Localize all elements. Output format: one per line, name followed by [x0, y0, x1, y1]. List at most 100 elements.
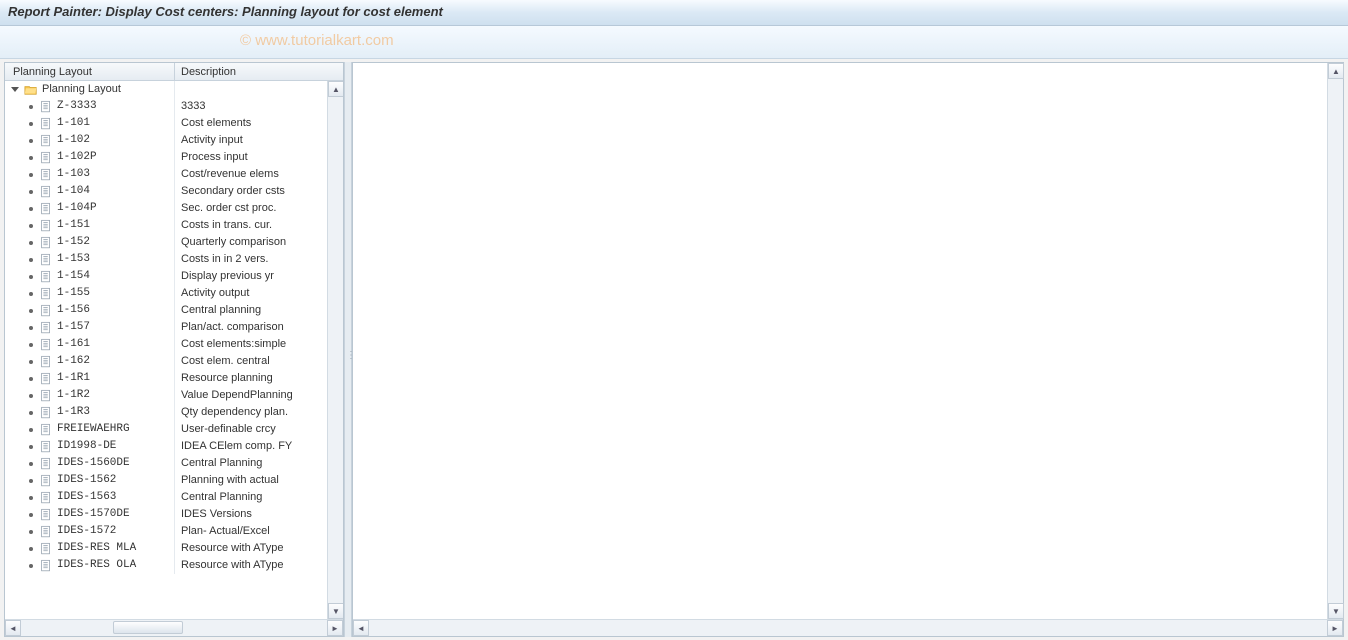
- scroll-track[interactable]: [1328, 79, 1343, 603]
- bullet-icon: [29, 139, 33, 143]
- document-icon: [39, 321, 53, 335]
- tree-item[interactable]: 1-151Costs in trans. cur.: [5, 217, 343, 234]
- tree-item[interactable]: 1-152Quarterly comparison: [5, 234, 343, 251]
- bullet-icon: [29, 122, 33, 126]
- scroll-down-arrow-icon[interactable]: ▼: [1328, 603, 1344, 619]
- bullet-icon: [29, 428, 33, 432]
- tree-item-description: Activity input: [175, 132, 343, 149]
- tree-item-name: IDES-RES OLA: [57, 557, 136, 574]
- tree-item[interactable]: IDES-1572Plan- Actual/Excel: [5, 523, 343, 540]
- tree-root-row[interactable]: Planning Layout: [5, 81, 343, 98]
- tree-horizontal-scrollbar[interactable]: ◄ ►: [5, 619, 343, 636]
- tree-item-name: 1-1R2: [57, 387, 90, 404]
- tree-panel: Planning Layout Description Planning Lay…: [4, 62, 344, 637]
- scroll-track[interactable]: [369, 620, 1327, 636]
- watermark-text: © www.tutorialkart.com: [240, 32, 394, 49]
- bullet-icon: [29, 173, 33, 177]
- tree-item[interactable]: 1-1R1Resource planning: [5, 370, 343, 387]
- tree-item-description: Quarterly comparison: [175, 234, 343, 251]
- bullet-icon: [29, 190, 33, 194]
- tree-item[interactable]: IDES-1570DEIDES Versions: [5, 506, 343, 523]
- vertical-splitter[interactable]: [344, 62, 352, 637]
- tree-item-description: 3333: [175, 98, 343, 115]
- bullet-icon: [29, 275, 33, 279]
- tree-item[interactable]: 1-154Display previous yr: [5, 268, 343, 285]
- scroll-left-arrow-icon[interactable]: ◄: [353, 620, 369, 636]
- scroll-right-arrow-icon[interactable]: ►: [1327, 620, 1343, 636]
- tree-item[interactable]: 1-1R2Value DependPlanning: [5, 387, 343, 404]
- content-panel: ▲ ▼ ◄ ►: [352, 62, 1344, 637]
- tree-item-description: Central Planning: [175, 455, 343, 472]
- bullet-icon: [29, 394, 33, 398]
- tree-header-col-description[interactable]: Description: [175, 63, 343, 80]
- tree-item[interactable]: IDES-1560DECentral Planning: [5, 455, 343, 472]
- chevron-down-icon[interactable]: [11, 87, 19, 92]
- tree-item-description: Costs in in 2 vers.: [175, 251, 343, 268]
- tree-item-description: Qty dependency plan.: [175, 404, 343, 421]
- scroll-up-arrow-icon[interactable]: ▲: [1328, 63, 1344, 79]
- tree-item[interactable]: 1-156Central planning: [5, 302, 343, 319]
- main-area: Planning Layout Description Planning Lay…: [0, 59, 1348, 640]
- document-icon: [39, 219, 53, 233]
- bullet-icon: [29, 377, 33, 381]
- tree-item[interactable]: 1-102Activity input: [5, 132, 343, 149]
- tree-item-description: Cost elem. central: [175, 353, 343, 370]
- tree-item[interactable]: IDES-RES OLAResource with AType: [5, 557, 343, 574]
- document-icon: [39, 423, 53, 437]
- tree-item[interactable]: Z-33333333: [5, 98, 343, 115]
- tree-item-name: 1-104: [57, 183, 90, 200]
- document-icon: [39, 525, 53, 539]
- document-icon: [39, 389, 53, 403]
- tree-header: Planning Layout Description: [5, 63, 343, 81]
- bullet-icon: [29, 411, 33, 415]
- document-icon: [39, 168, 53, 182]
- content-vertical-scrollbar[interactable]: ▲ ▼: [1327, 63, 1343, 619]
- tree-item[interactable]: IDES-1563Central Planning: [5, 489, 343, 506]
- tree-item[interactable]: 1-103Cost/revenue elems: [5, 166, 343, 183]
- tree-item[interactable]: 1-161Cost elements:simple: [5, 336, 343, 353]
- scroll-down-arrow-icon[interactable]: ▼: [328, 603, 343, 619]
- document-icon: [39, 542, 53, 556]
- bullet-icon: [29, 564, 33, 568]
- scroll-right-arrow-icon[interactable]: ►: [327, 620, 343, 636]
- tree-item[interactable]: IDES-RES MLAResource with AType: [5, 540, 343, 557]
- scroll-up-arrow-icon[interactable]: ▲: [328, 81, 343, 97]
- tree-item[interactable]: 1-153Costs in in 2 vers.: [5, 251, 343, 268]
- tree-item-description: Central Planning: [175, 489, 343, 506]
- scroll-left-arrow-icon[interactable]: ◄: [5, 620, 21, 636]
- scroll-thumb[interactable]: [113, 621, 183, 634]
- bullet-icon: [29, 292, 33, 296]
- document-icon: [39, 304, 53, 318]
- tree-item-name: ID1998-DE: [57, 438, 116, 455]
- bullet-icon: [29, 258, 33, 262]
- tree-item-description: User-definable crcy: [175, 421, 343, 438]
- tree-item[interactable]: 1-102PProcess input: [5, 149, 343, 166]
- tree-item[interactable]: 1-1R3Qty dependency plan.: [5, 404, 343, 421]
- tree-vertical-scrollbar[interactable]: ▲ ▼: [327, 81, 343, 619]
- scroll-track[interactable]: [328, 97, 343, 603]
- bullet-icon: [29, 513, 33, 517]
- document-icon: [39, 117, 53, 131]
- tree-item[interactable]: 1-155Activity output: [5, 285, 343, 302]
- tree-item-name: IDES-1562: [57, 472, 116, 489]
- tree-item-name: 1-151: [57, 217, 90, 234]
- tree-item[interactable]: 1-104Secondary order csts: [5, 183, 343, 200]
- tree-item[interactable]: 1-104PSec. order cst proc.: [5, 200, 343, 217]
- tree-item[interactable]: IDES-1562Planning with actual: [5, 472, 343, 489]
- tree-item[interactable]: ID1998-DEIDEA CElem comp. FY: [5, 438, 343, 455]
- document-icon: [39, 440, 53, 454]
- document-icon: [39, 372, 53, 386]
- tree-header-col-layout[interactable]: Planning Layout: [5, 63, 175, 80]
- tree-item[interactable]: 1-157Plan/act. comparison: [5, 319, 343, 336]
- tree-item[interactable]: FREIEWAEHRGUser-definable crcy: [5, 421, 343, 438]
- tree-item-name: 1-102P: [57, 149, 97, 166]
- folder-open-icon: [24, 83, 38, 97]
- scroll-track[interactable]: [21, 620, 327, 636]
- bullet-icon: [29, 445, 33, 449]
- tree-item[interactable]: 1-162Cost elem. central: [5, 353, 343, 370]
- tree-item[interactable]: 1-101Cost elements: [5, 115, 343, 132]
- content-horizontal-scrollbar[interactable]: ◄ ►: [353, 619, 1343, 636]
- tree-item-description: Cost elements:simple: [175, 336, 343, 353]
- tree-body[interactable]: Planning Layout Z-333333331-101Cost elem…: [5, 81, 343, 636]
- document-icon: [39, 270, 53, 284]
